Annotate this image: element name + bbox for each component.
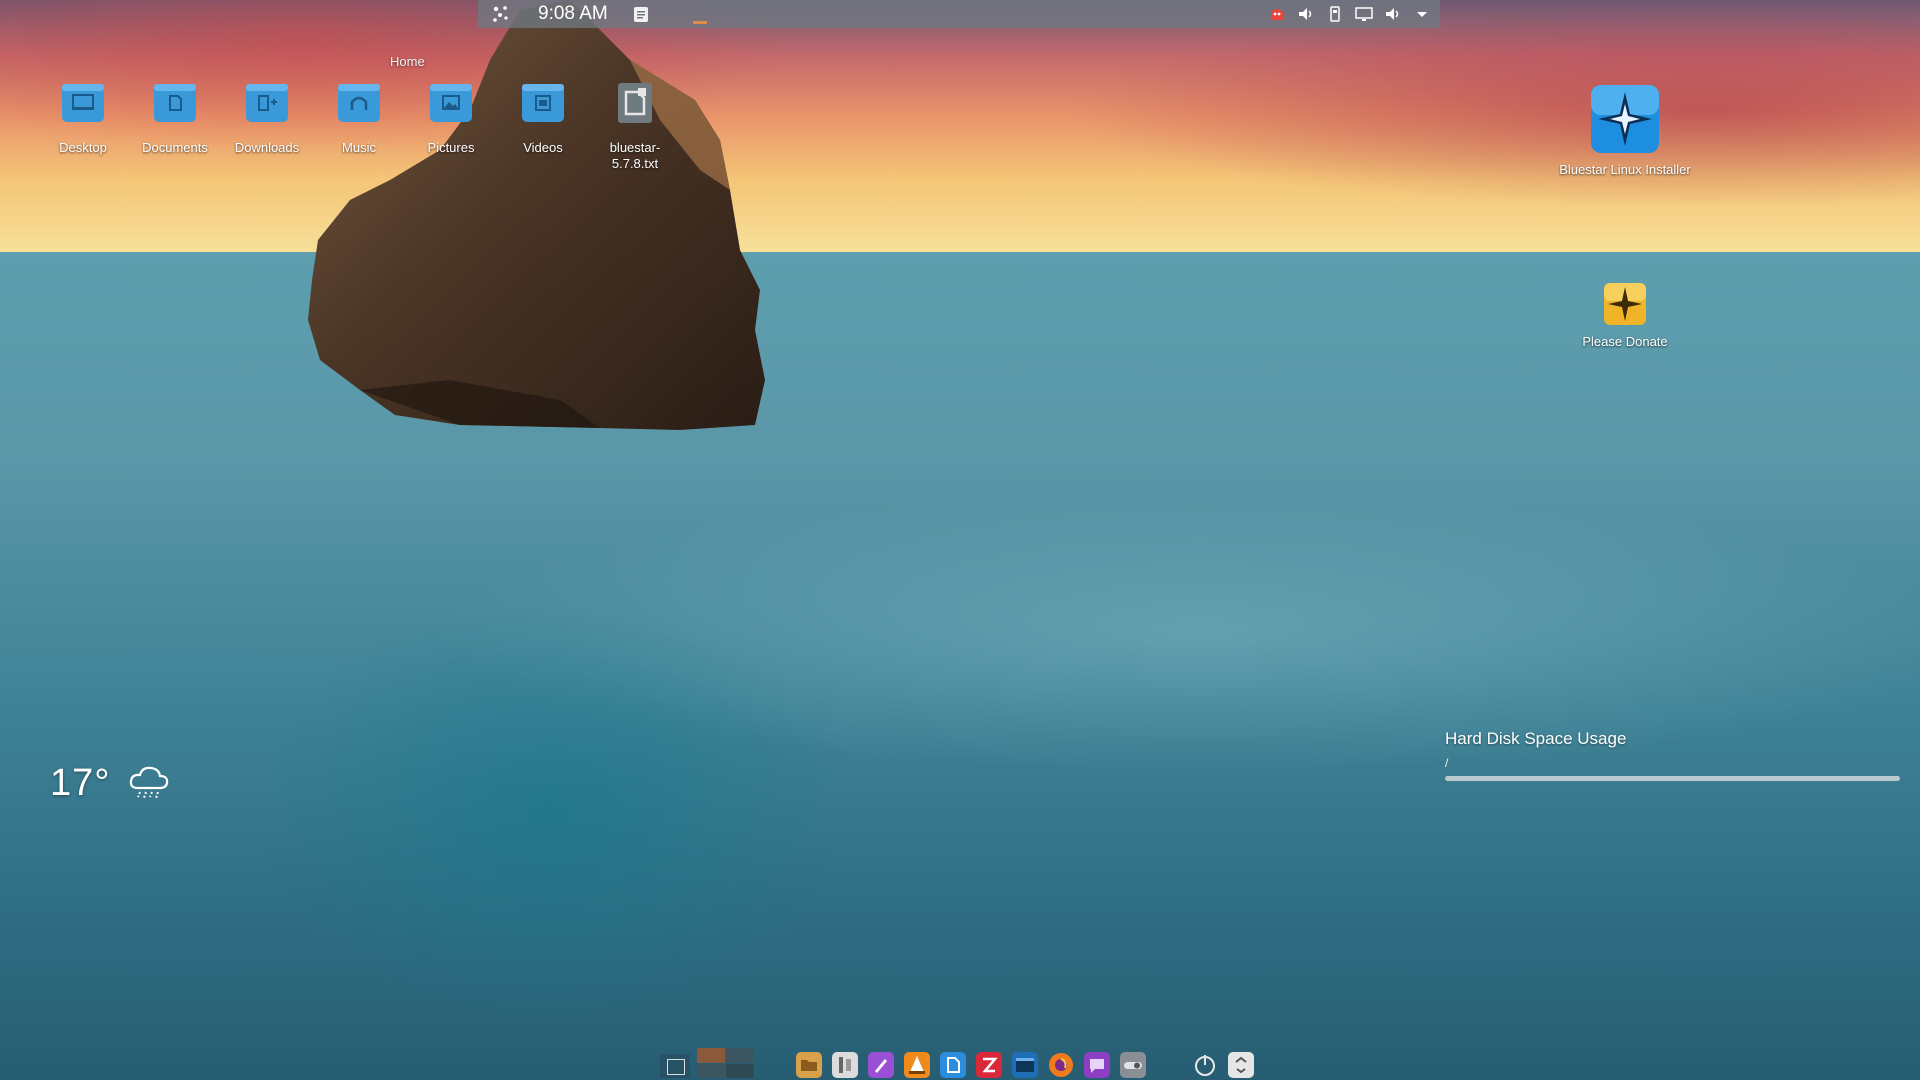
weather-widget[interactable]: 17° xyxy=(50,760,172,806)
disk-usage-title: Hard Disk Space Usage xyxy=(1445,729,1627,748)
disk-usage-widget: Hard Disk Space Usage / xyxy=(1445,729,1900,781)
disk-usage-bar xyxy=(1445,776,1900,781)
virtual-desktop-3[interactable] xyxy=(726,1048,754,1063)
task-indicator[interactable] xyxy=(693,21,707,24)
filezilla-icon[interactable] xyxy=(976,1052,1002,1078)
disk-mount-point: / xyxy=(1445,756,1449,770)
virtual-desktop-5[interactable] xyxy=(726,1064,754,1078)
text-file-icon xyxy=(618,83,652,123)
settings-icon[interactable] xyxy=(832,1052,858,1078)
terminal-icon[interactable] xyxy=(1012,1052,1038,1078)
power-icon[interactable] xyxy=(1192,1052,1218,1078)
pictures-folder[interactable]: Pictures xyxy=(406,80,496,156)
wallpaper-sea xyxy=(0,252,1920,1080)
virtual-desktop-1[interactable] xyxy=(660,1054,690,1078)
installer-compass-icon xyxy=(1591,85,1659,153)
volume-icon[interactable] xyxy=(1296,4,1316,24)
pen-icon[interactable] xyxy=(868,1052,894,1078)
pictures-folder-icon xyxy=(430,84,472,122)
file-manager-icon[interactable] xyxy=(796,1052,822,1078)
kate-icon[interactable] xyxy=(940,1052,966,1078)
temperature: 17° xyxy=(50,761,111,804)
clock[interactable]: 9:08 AM xyxy=(538,3,608,25)
music-folder[interactable]: Music xyxy=(314,80,404,156)
documents-folder-icon xyxy=(154,84,196,122)
display-icon[interactable] xyxy=(1354,4,1374,24)
top-panel: 9:08 AM xyxy=(478,0,1440,28)
system-tray xyxy=(1267,4,1432,24)
donate-compass-icon xyxy=(1604,283,1646,325)
network-icon[interactable] xyxy=(1267,4,1287,24)
firefox-icon[interactable] xyxy=(1048,1052,1074,1078)
please-donate[interactable]: Please Donate xyxy=(1560,282,1690,350)
videos-folder-icon xyxy=(522,84,564,122)
virtual-desktop-4[interactable] xyxy=(697,1064,725,1078)
bluestar-installer[interactable]: Bluestar Linux Installer xyxy=(1540,84,1710,178)
music-folder-icon xyxy=(338,84,380,122)
wallpaper-rock xyxy=(308,0,765,430)
toggle-icon[interactable] xyxy=(1120,1052,1146,1078)
bottom-dock xyxy=(660,1044,1260,1080)
downloads-folder[interactable]: Downloads xyxy=(222,80,312,156)
usb-device-icon[interactable] xyxy=(1325,4,1345,24)
videos-folder[interactable]: Videos xyxy=(498,80,588,156)
expand-arrow-icon[interactable] xyxy=(1412,4,1432,24)
clipboard-icon[interactable] xyxy=(633,5,649,23)
virtual-desktop-pager[interactable] xyxy=(660,1048,754,1078)
app-launcher-icon[interactable] xyxy=(492,5,510,23)
desktop-folder-icon xyxy=(62,84,104,122)
desktop-folder[interactable]: Desktop xyxy=(38,80,128,156)
home-label: Home xyxy=(390,54,425,69)
trash-icon[interactable] xyxy=(1228,1052,1254,1078)
virtual-desktop-2[interactable] xyxy=(697,1048,725,1063)
chat-icon[interactable] xyxy=(1084,1052,1110,1078)
vlc-icon[interactable] xyxy=(904,1052,930,1078)
documents-folder[interactable]: Documents xyxy=(130,80,220,156)
speaker-icon[interactable] xyxy=(1383,4,1403,24)
cloud-rain-icon xyxy=(130,766,169,799)
downloads-folder-icon xyxy=(246,84,288,122)
bluestar-txt-file[interactable]: bluestar-5.7.8.txt xyxy=(590,80,680,172)
